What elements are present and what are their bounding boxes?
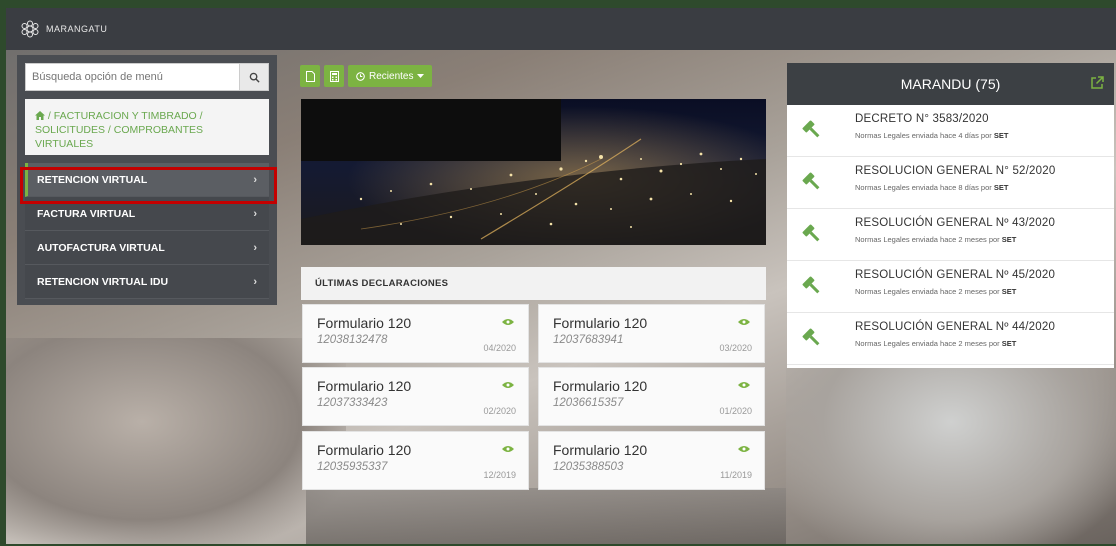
menu-search — [25, 63, 269, 91]
eye-icon[interactable] — [738, 381, 750, 389]
background-blur — [306, 488, 786, 544]
gavel-icon — [802, 328, 820, 346]
form-period: 11/2019 — [720, 470, 752, 480]
menu-item-retencion-virtual-idu[interactable]: RETENCION VIRTUAL IDU › — [25, 265, 269, 299]
clock-icon — [356, 71, 365, 81]
news-title: DECRETO N° 3583/2020 — [855, 113, 989, 125]
menu-item-label: RETENCION VIRTUAL IDU — [37, 275, 169, 288]
news-title: RESOLUCIÓN GENERAL Nº 45/2020 — [855, 269, 1056, 281]
form-title: Formulario 120 — [317, 315, 412, 331]
menu-item-retencion-virtual[interactable]: RETENCION VIRTUAL › — [25, 163, 269, 197]
news-meta: Normas Legales enviada hace 8 días por S… — [855, 183, 1009, 192]
search-button[interactable] — [239, 63, 269, 91]
news-title: RESOLUCIÓN GENERAL Nº 43/2020 — [855, 217, 1056, 229]
news-title: RESOLUCION GENERAL N° 52/2020 — [855, 165, 1056, 177]
redacted-area — [301, 99, 561, 161]
news-meta: Normas Legales enviada hace 2 meses por … — [855, 339, 1017, 348]
form-title: Formulario 120 — [553, 378, 648, 394]
news-meta: Normas Legales enviada hace 2 meses por … — [855, 235, 1017, 244]
menu-item-label: AUTOFACTURA VIRTUAL — [37, 241, 165, 254]
gavel-icon — [802, 172, 820, 190]
gavel-icon — [802, 276, 820, 294]
news-meta: Normas Legales enviada hace 4 días por S… — [855, 131, 1009, 140]
news-item[interactable]: RESOLUCIÓN GENERAL Nº 45/2020 Normas Leg… — [787, 261, 1114, 313]
menu-search-input[interactable] — [25, 63, 239, 91]
top-bar: MARANGATU — [6, 8, 1116, 50]
breadcrumb-path[interactable]: / FACTURACION Y TIMBRADO / SOLICITUDES /… — [35, 110, 203, 150]
marangatu-logo-icon[interactable] — [20, 19, 40, 39]
declaration-card[interactable]: Formulario 120 12038132478 04/2020 — [302, 304, 529, 363]
menu-item-label: FACTURA VIRTUAL — [37, 207, 136, 220]
menu-item-autofactura-virtual[interactable]: AUTOFACTURA VIRTUAL › — [25, 231, 269, 265]
eye-icon[interactable] — [738, 318, 750, 326]
submenu: RETENCION VIRTUAL › FACTURA VIRTUAL › AU… — [25, 163, 269, 299]
calculator-icon — [329, 70, 339, 82]
background-blur — [786, 368, 1116, 544]
latest-declarations-header: ÚLTIMAS DECLARACIONES — [301, 267, 766, 300]
recent-label: Recientes — [369, 70, 414, 82]
declaration-card[interactable]: Formulario 120 12035935337 12/2019 — [302, 431, 529, 490]
declaration-card[interactable]: Formulario 120 12036615357 01/2020 — [538, 367, 765, 426]
form-title: Formulario 120 — [553, 315, 648, 331]
news-item[interactable]: RESOLUCION GENERAL N° 52/2020 Normas Leg… — [787, 157, 1114, 209]
form-title: Formulario 120 — [317, 442, 412, 458]
gavel-icon — [802, 224, 820, 242]
marandu-panel: MARANDU (75) DECRETO N° 3583/2020 Normas… — [787, 63, 1114, 368]
eye-icon[interactable] — [502, 318, 514, 326]
declaration-card[interactable]: Formulario 120 12037683941 03/2020 — [538, 304, 765, 363]
news-item[interactable]: RESOLUCIÓN GENERAL Nº 44/2020 Normas Leg… — [787, 313, 1114, 365]
declaration-card[interactable]: Formulario 120 12035388503 11/2019 — [538, 431, 765, 490]
form-title: Formulario 120 — [553, 442, 648, 458]
eye-icon[interactable] — [502, 445, 514, 453]
form-period: 01/2020 — [719, 406, 752, 416]
news-meta: Normas Legales enviada hace 2 meses por … — [855, 287, 1017, 296]
form-period: 12/2019 — [483, 470, 516, 480]
new-document-button[interactable] — [300, 65, 320, 87]
search-icon — [249, 72, 260, 83]
eye-icon[interactable] — [738, 445, 750, 453]
marandu-title[interactable]: MARANDU (75) — [901, 76, 1001, 92]
external-link-icon[interactable] — [1090, 76, 1104, 90]
gavel-icon — [802, 120, 820, 138]
form-period: 04/2020 — [483, 343, 516, 353]
breadcrumb: / FACTURACION Y TIMBRADO / SOLICITUDES /… — [25, 99, 269, 155]
menu-item-factura-virtual[interactable]: FACTURA VIRTUAL › — [25, 197, 269, 231]
chevron-right-icon: › — [253, 241, 257, 254]
city-banner-image — [301, 99, 766, 245]
news-title: RESOLUCIÓN GENERAL Nº 44/2020 — [855, 321, 1056, 333]
menu-item-label: RETENCION VIRTUAL — [37, 173, 148, 186]
home-icon[interactable] — [35, 111, 45, 120]
eye-icon[interactable] — [502, 381, 514, 389]
recent-dropdown-button[interactable]: Recientes — [348, 65, 433, 87]
chevron-right-icon: › — [253, 173, 257, 186]
calculator-button[interactable] — [324, 65, 344, 87]
caret-down-icon — [417, 73, 425, 78]
app-logo-text[interactable]: MARANGATU — [46, 24, 107, 34]
quick-toolbar: Recientes — [300, 65, 433, 87]
form-period: 03/2020 — [719, 343, 752, 353]
chevron-right-icon: › — [253, 207, 257, 220]
chevron-right-icon: › — [253, 275, 257, 288]
background-blur — [6, 338, 346, 544]
form-period: 02/2020 — [483, 406, 516, 416]
document-icon — [305, 70, 315, 82]
news-item[interactable]: DECRETO N° 3583/2020 Normas Legales envi… — [787, 105, 1114, 157]
marandu-header: MARANDU (75) — [787, 63, 1114, 105]
news-item[interactable]: RESOLUCIÓN GENERAL Nº 43/2020 Normas Leg… — [787, 209, 1114, 261]
form-title: Formulario 120 — [317, 378, 412, 394]
declaration-card[interactable]: Formulario 120 12037333423 02/2020 — [302, 367, 529, 426]
menu-panel: / FACTURACION Y TIMBRADO / SOLICITUDES /… — [17, 55, 277, 305]
